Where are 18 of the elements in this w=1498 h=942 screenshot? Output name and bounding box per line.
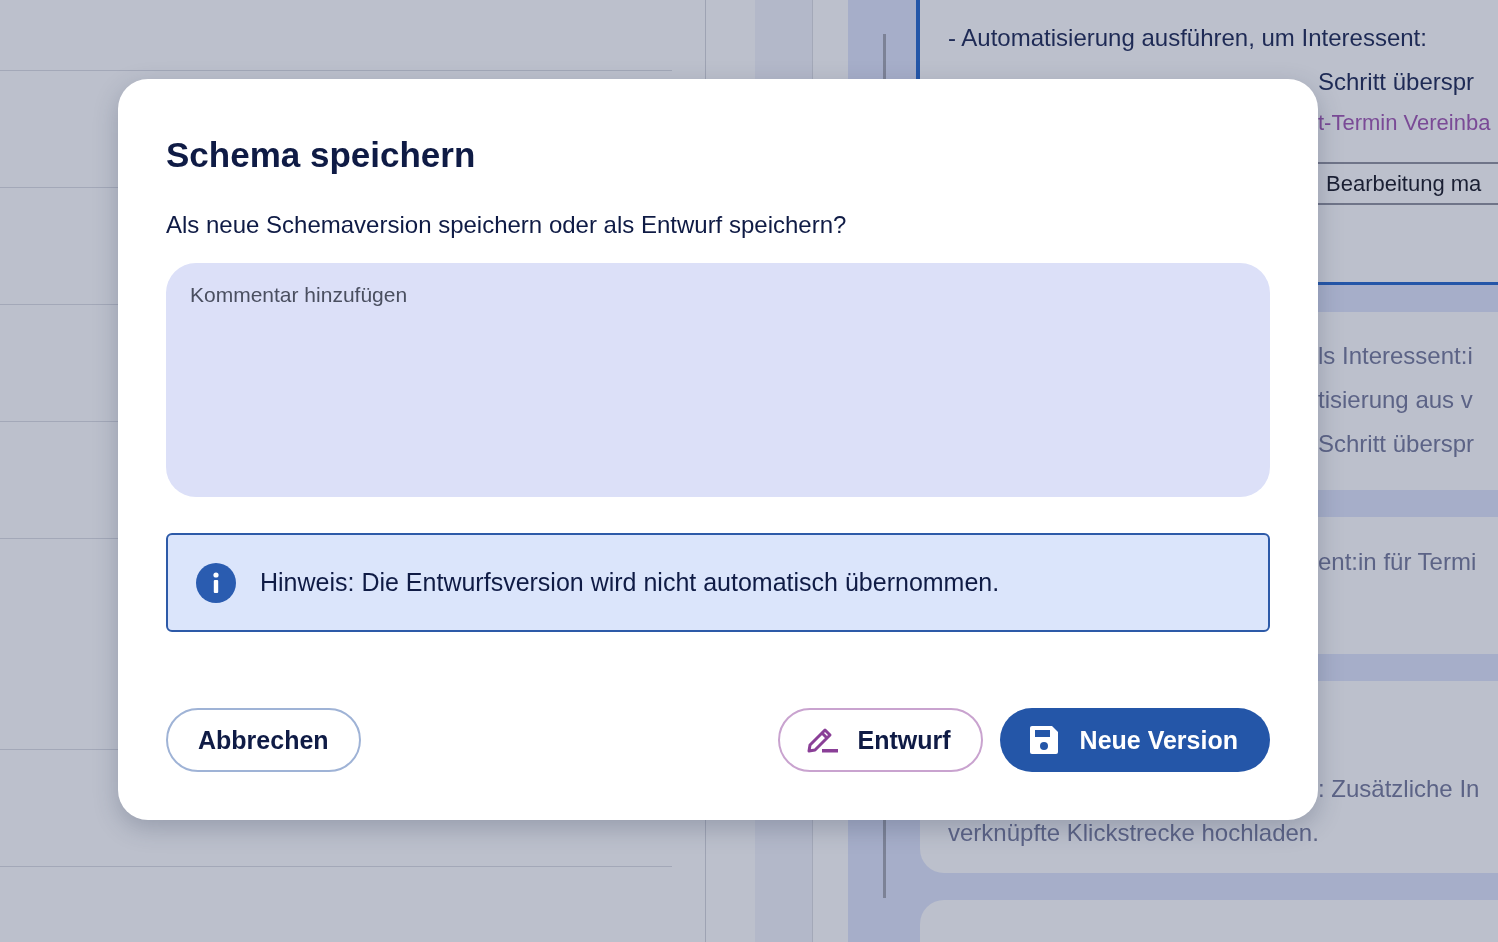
task-text: verknüpfte Klickstrecke hochladen.	[947, 818, 1320, 848]
task-text: tisierung aus v	[1317, 385, 1474, 415]
task-text: ls Interessent:i	[1317, 341, 1474, 371]
task-text: : Zusätzliche In	[1317, 774, 1481, 804]
pencil-icon	[805, 726, 838, 754]
task-text: - Automatisierung ausführen, um Interessent:	[947, 23, 1428, 53]
task-text: Schritt überspr	[1317, 429, 1476, 459]
comment-field[interactable]: Kommentar hinzufügen	[166, 263, 1270, 497]
cancel-button[interactable]: Abbrechen	[166, 708, 361, 772]
info-icon	[196, 562, 236, 603]
draft-button[interactable]: Entwurf	[777, 708, 983, 772]
dialog-title: Schema speichern	[166, 135, 477, 175]
task-status: Bearbeitung ma	[1326, 170, 1482, 197]
notice-text: Hinweis: Die Entwurfsversion wird nicht automatisch übernommen.	[260, 568, 1000, 597]
save-icon	[1027, 724, 1060, 756]
new-version-button[interactable]: Neue Version	[999, 708, 1270, 772]
dialog-message: Als neue Schemaversion speichern oder als Entwurf speichern?	[166, 211, 848, 239]
task-text: Schritt überspr	[1317, 67, 1476, 97]
